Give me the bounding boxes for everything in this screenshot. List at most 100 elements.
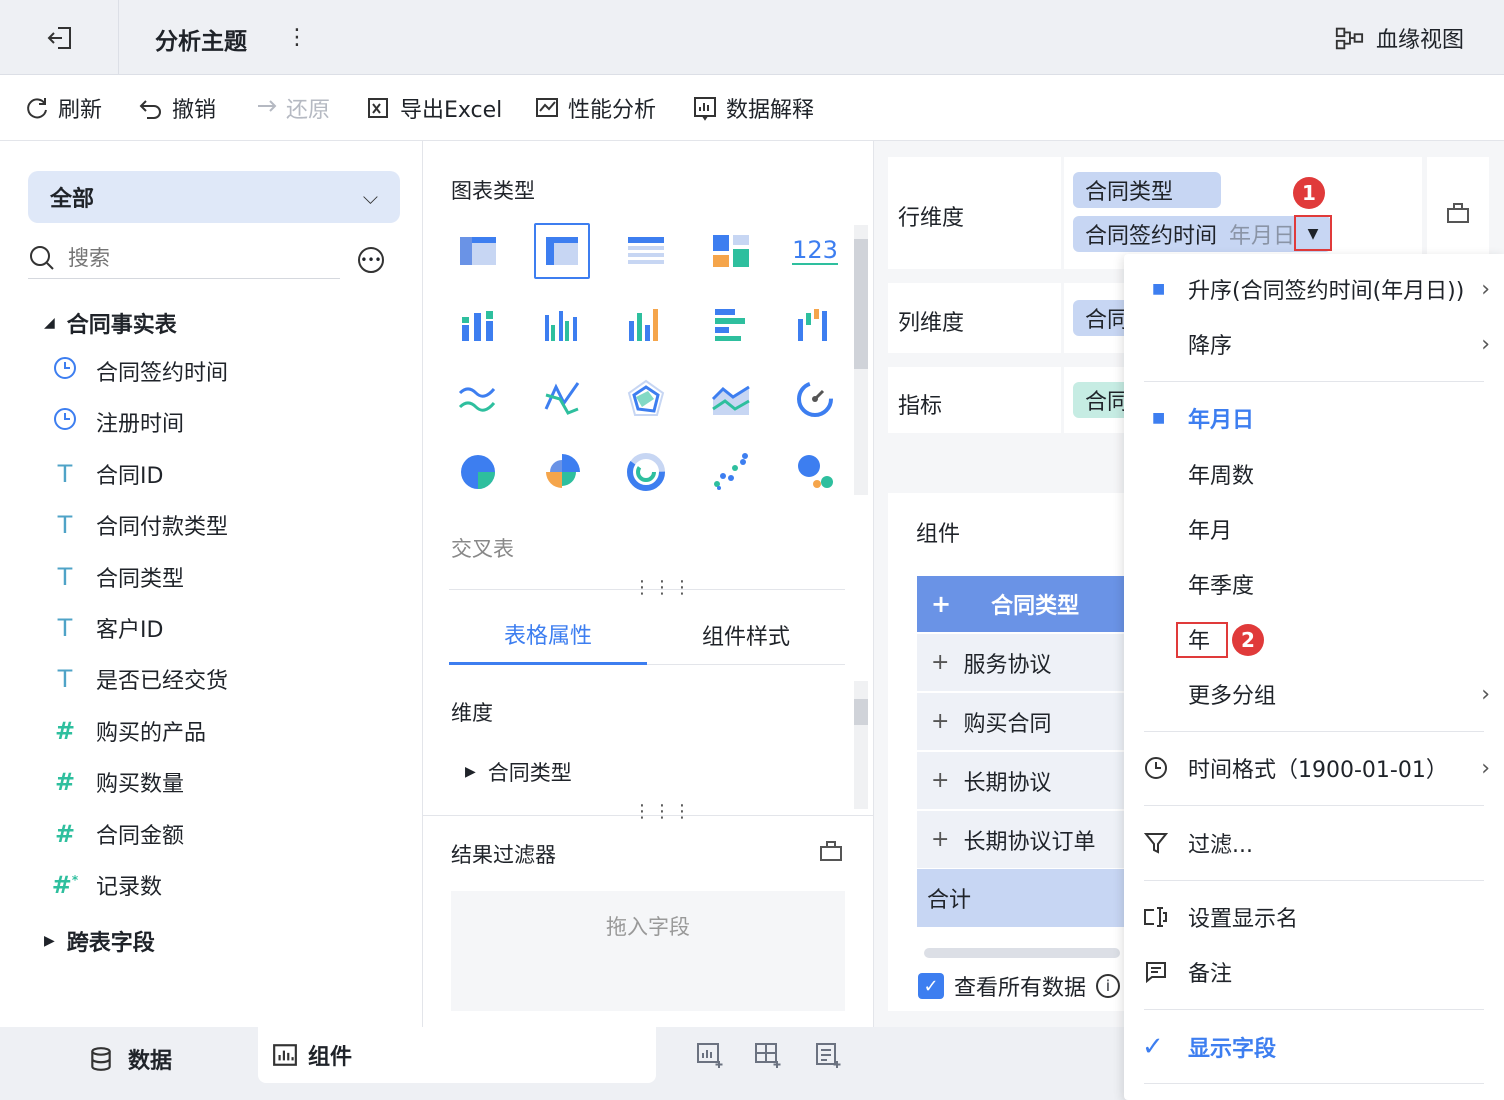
menu-group-ymd[interactable]: ■ 年月日 [1140, 393, 1490, 443]
highlight-box-1 [1294, 215, 1332, 251]
exit-button[interactable] [44, 22, 76, 54]
resize-dots[interactable]: ⋮⋮⋮ [633, 577, 693, 598]
menu-note[interactable]: 备注 [1140, 947, 1490, 997]
filter-drop-zone[interactable]: 拖入字段 [451, 891, 845, 1011]
expand-plus-icon[interactable]: + [931, 590, 951, 618]
expand-plus-icon[interactable]: + [931, 827, 949, 852]
field-item[interactable]: T 合同ID [50, 454, 164, 494]
view-all-data[interactable]: ✓ 查看所有数据 i [918, 970, 1121, 1002]
data-explain-button[interactable]: 数据解释 [692, 75, 814, 141]
field-item[interactable]: # 购买数量 [50, 762, 184, 802]
menu-show-field[interactable]: ✓ 显示字段 [1140, 1022, 1490, 1072]
table-row[interactable]: + 购买合同 [917, 693, 1127, 751]
add-text-button[interactable] [814, 1041, 842, 1075]
chart-type-option[interactable] [703, 223, 759, 279]
tab-component[interactable]: 组件 [258, 1027, 656, 1083]
chart-type-option[interactable]: 123 [787, 223, 843, 279]
chart-type-option[interactable] [703, 297, 759, 353]
refresh-button[interactable]: 刷新 [24, 75, 102, 141]
chart-type-option[interactable] [703, 371, 759, 427]
chart-type-name: 交叉表 [451, 537, 514, 561]
checkbox-checked-icon[interactable]: ✓ [918, 973, 944, 999]
redo-button[interactable]: 还原 [252, 75, 330, 141]
table-hscrollbar[interactable] [924, 948, 1120, 958]
field-item[interactable]: # 合同金额 [50, 814, 184, 854]
table-group-header[interactable]: ◢ 合同事实表 [44, 307, 177, 339]
text-type-icon: T [57, 562, 73, 591]
expand-plus-icon[interactable]: + [931, 709, 949, 734]
field-item[interactable]: T 合同类型 [50, 557, 184, 597]
chart-type-option[interactable] [534, 223, 590, 279]
settings-box-icon[interactable] [1446, 201, 1470, 225]
lineage-label: 血缘视图 [1376, 28, 1465, 53]
properties-scrollbar[interactable] [854, 681, 868, 809]
tab-component-style[interactable]: 组件样式 [647, 605, 845, 665]
tab-data[interactable]: 数据 [88, 1043, 172, 1075]
scope-value: 全部 [50, 187, 95, 212]
menu-filter[interactable]: 过滤... [1140, 818, 1490, 868]
chart-type-option[interactable] [534, 297, 590, 353]
filter-settings-icon[interactable] [819, 839, 843, 869]
field-item[interactable]: # 购买的产品 [50, 711, 206, 751]
add-table-button[interactable] [754, 1041, 782, 1075]
more-options-button[interactable]: ••• [358, 247, 384, 273]
chart-type-option[interactable] [703, 444, 759, 500]
menu-time-format[interactable]: 时间格式（1900-01-01） › [1140, 743, 1490, 793]
row-label: 购买合同 [963, 711, 1052, 737]
export-excel-button[interactable]: 导出Excel [366, 75, 502, 141]
field-item[interactable]: 合同签约时间 [50, 351, 228, 391]
field-item[interactable]: T 合同付款类型 [50, 505, 228, 545]
chart-type-option[interactable] [534, 371, 590, 427]
chart-type-option[interactable] [450, 223, 506, 279]
more-vertical-icon[interactable]: ⋮ [286, 22, 308, 54]
chart-type-scrollbar[interactable] [854, 225, 868, 495]
cross-table-group[interactable]: ▶ 跨表字段 [44, 925, 155, 957]
search-input[interactable] [68, 245, 308, 270]
tab-table-properties[interactable]: 表格属性 [449, 605, 647, 665]
menu-set-display-name[interactable]: 设置显示名 [1140, 892, 1490, 942]
chart-type-option[interactable] [450, 444, 506, 500]
menu-group-year-month[interactable]: 年月 [1140, 504, 1490, 554]
info-icon[interactable]: i [1096, 974, 1121, 998]
scrollbar-thumb[interactable] [854, 699, 868, 725]
scope-select[interactable]: 全部 ⌵ [28, 171, 400, 223]
chart-type-option[interactable] [618, 223, 674, 279]
chevron-right-icon: › [1481, 681, 1490, 707]
table-row[interactable]: + 长期协议 [917, 752, 1127, 810]
menu-group-year-quarter[interactable]: 年季度 [1140, 559, 1490, 609]
row-label: 服务协议 [963, 652, 1052, 678]
chart-type-option[interactable] [787, 371, 843, 427]
scrollbar-thumb[interactable] [854, 239, 868, 369]
menu-more-grouping[interactable]: 更多分组 › [1140, 669, 1490, 719]
chart-type-option[interactable] [787, 444, 843, 500]
performance-analysis-button[interactable]: 性能分析 [534, 75, 656, 141]
chart-type-option[interactable] [450, 371, 506, 427]
menu-group-year-week[interactable]: 年周数 [1140, 449, 1490, 499]
add-chart-button[interactable] [696, 1041, 724, 1075]
resize-dots[interactable]: ⋮⋮⋮ [633, 801, 693, 822]
table-row[interactable]: + 长期协议订单 [917, 811, 1127, 869]
chart-type-option[interactable] [787, 297, 843, 353]
divider [423, 815, 874, 816]
search-box[interactable] [28, 237, 340, 279]
chart-type-option[interactable] [618, 444, 674, 500]
menu-sort-desc[interactable]: 降序 › [1140, 319, 1490, 369]
row-pill-contract-type[interactable]: 合同类型 [1073, 172, 1221, 208]
chart-type-option[interactable] [618, 297, 674, 353]
dimension-item[interactable]: ▶ 合同类型 [465, 757, 572, 787]
field-item[interactable]: T 是否已经交货 [50, 659, 228, 699]
lineage-view-button[interactable]: 血缘视图 [1334, 22, 1464, 54]
chart-type-option[interactable] [450, 297, 506, 353]
chart-type-option[interactable] [618, 371, 674, 427]
expand-plus-icon[interactable]: + [931, 768, 949, 793]
chart-type-option[interactable] [534, 444, 590, 500]
field-item[interactable]: T 客户ID [50, 608, 164, 648]
field-item[interactable]: 注册时间 [50, 402, 184, 442]
table-row[interactable]: + 服务协议 [917, 634, 1127, 692]
menu-sort-asc[interactable]: ■ 升序(合同签约时间(年月日)) › [1140, 264, 1490, 314]
expand-plus-icon[interactable]: + [931, 650, 949, 675]
undo-button[interactable]: 撤销 [138, 75, 216, 141]
table-header[interactable]: + 合同类型 [917, 576, 1127, 632]
row-pill-sign-time[interactable]: 合同签约时间 年月日 [1073, 216, 1331, 252]
field-item[interactable]: #* 记录数 [50, 865, 162, 905]
